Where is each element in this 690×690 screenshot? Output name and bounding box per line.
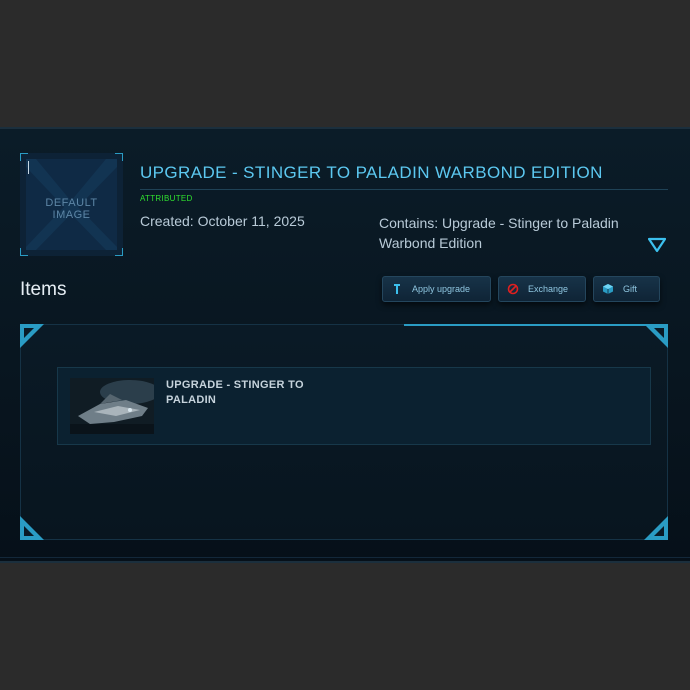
item-title: UPGRADE - STINGER TO PALADIN bbox=[166, 379, 304, 406]
frame-corner bbox=[115, 248, 123, 256]
items-accent-line bbox=[404, 324, 654, 326]
created-date: Created: October 11, 2025 bbox=[140, 213, 305, 229]
title-divider bbox=[140, 189, 668, 190]
text-caret bbox=[28, 161, 29, 174]
pledge-panel: DEFAULT IMAGE UPGRADE - STINGER TO PALAD… bbox=[0, 127, 690, 563]
frame-corner bbox=[20, 248, 28, 256]
status-badge: ATTRIBUTED bbox=[140, 194, 193, 203]
triangle-down-icon[interactable] bbox=[648, 237, 666, 253]
default-image: DEFAULT IMAGE bbox=[26, 159, 117, 250]
frame-corner-bottom-left bbox=[20, 516, 44, 540]
items-heading: Items bbox=[20, 279, 67, 300]
wrench-icon bbox=[394, 284, 400, 294]
frame-corner bbox=[20, 153, 28, 161]
frame-corner-top-left bbox=[20, 324, 44, 348]
exchange-label: Exchange bbox=[528, 284, 569, 294]
apply-upgrade-label: Apply upgrade bbox=[412, 284, 471, 294]
ship-image bbox=[70, 378, 154, 434]
pledge-title: UPGRADE - STINGER TO PALADIN WARBOND EDI… bbox=[140, 163, 603, 182]
apply-upgrade-button[interactable]: Apply upgrade bbox=[382, 276, 491, 302]
no-entry-icon bbox=[507, 283, 519, 295]
panel-divider bbox=[0, 557, 690, 558]
list-item[interactable]: UPGRADE - STINGER TO PALADIN bbox=[57, 367, 651, 445]
gift-label: Gift bbox=[623, 284, 638, 294]
gift-button[interactable]: Gift bbox=[593, 276, 660, 302]
pledge-thumbnail: DEFAULT IMAGE bbox=[20, 153, 123, 256]
frame-corner-bottom-right bbox=[644, 516, 668, 540]
frame-corner bbox=[115, 153, 123, 161]
frame-corner-top-right bbox=[644, 324, 668, 348]
contains-text: Contains: Upgrade - Stinger to Paladin W… bbox=[379, 215, 619, 251]
page: DEFAULT IMAGE UPGRADE - STINGER TO PALAD… bbox=[0, 0, 690, 690]
default-image-label: DEFAULT IMAGE bbox=[45, 197, 98, 221]
exchange-button[interactable]: Exchange bbox=[498, 276, 586, 302]
cube-icon bbox=[603, 284, 613, 294]
ship-thumbnail bbox=[70, 378, 154, 434]
